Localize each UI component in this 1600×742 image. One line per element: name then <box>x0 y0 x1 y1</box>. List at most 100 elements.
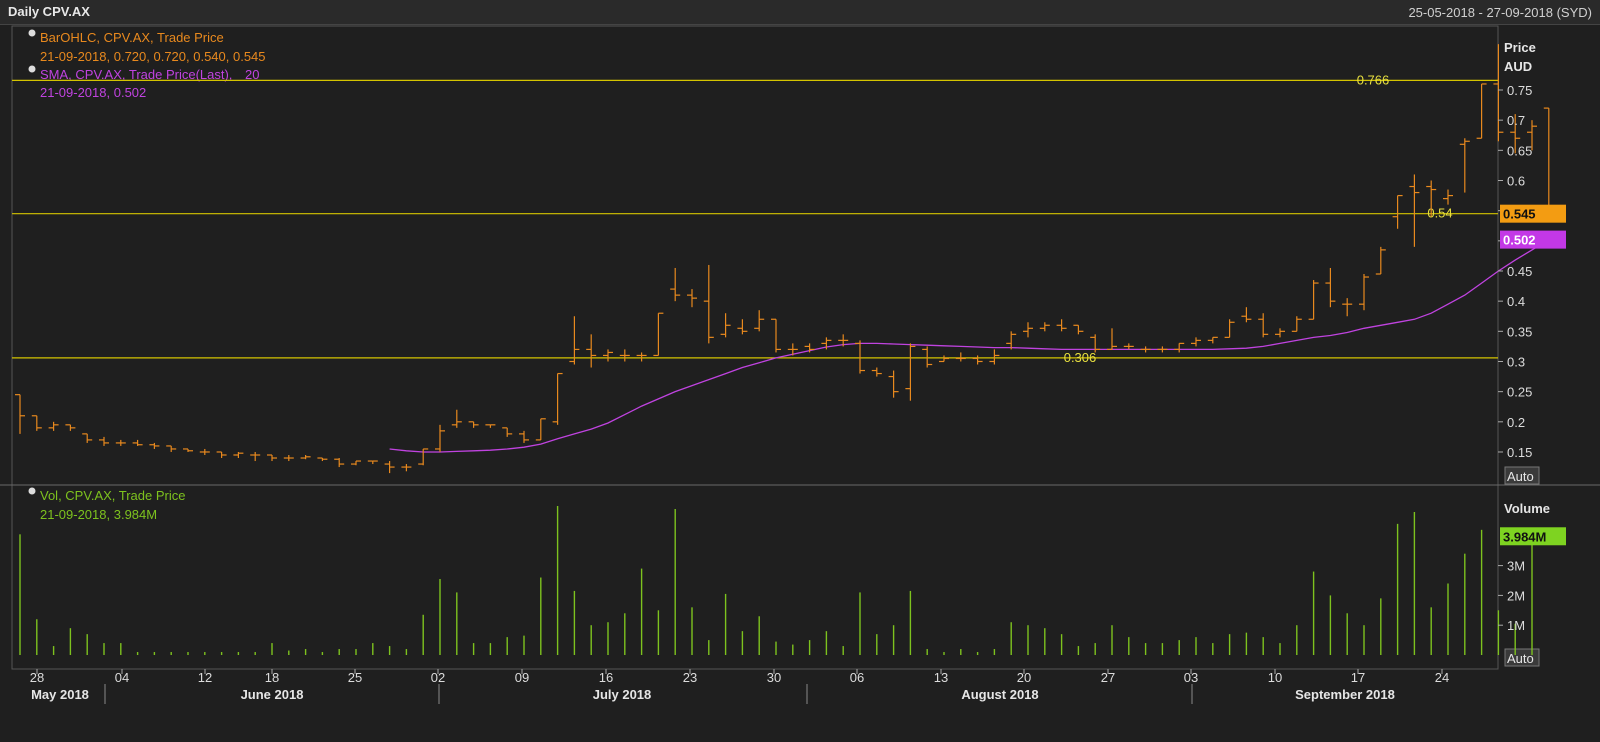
ohlc-bar[interactable] <box>82 433 93 443</box>
sma-legend-icon[interactable] <box>28 65 36 73</box>
ohlc-bar[interactable] <box>754 310 765 332</box>
day-tick-label: 13 <box>934 670 948 685</box>
ohlc-bar[interactable] <box>1476 83 1487 139</box>
ohlc-bar[interactable] <box>535 418 546 441</box>
ohlc-bar[interactable] <box>737 319 748 335</box>
ohlc-bar[interactable] <box>1308 280 1319 320</box>
ohlc-bar[interactable] <box>922 346 933 368</box>
ohlc-bar[interactable] <box>586 334 597 368</box>
ohlc-bar[interactable] <box>384 461 395 474</box>
ohlc-bar[interactable] <box>149 442 160 449</box>
day-tick-label: 25 <box>348 670 362 685</box>
ohlc-bar[interactable] <box>1359 274 1369 311</box>
ohlc-bar[interactable] <box>435 424 445 452</box>
ohlc-bar[interactable] <box>250 451 261 462</box>
ohlc-bar[interactable] <box>485 424 496 428</box>
day-tick-label: 10 <box>1268 670 1282 685</box>
ohlc-bar[interactable] <box>1140 346 1151 353</box>
ohlc-bar[interactable] <box>15 394 25 434</box>
ohlc-bar[interactable] <box>1174 342 1185 353</box>
ohlc-bar[interactable] <box>670 267 681 302</box>
ohlc-bar[interactable] <box>888 370 899 398</box>
ohlc-bar[interactable] <box>603 349 613 362</box>
price-tick-label: 0.3 <box>1507 354 1525 369</box>
ohlc-bar[interactable] <box>1459 138 1470 193</box>
ohlc-bar[interactable] <box>468 421 479 428</box>
ohlc-bar[interactable] <box>771 318 781 353</box>
ohlc-bar[interactable] <box>1342 298 1353 317</box>
sma-value-tag: 0.502 <box>1500 230 1566 249</box>
ohlc-bar[interactable] <box>334 458 345 468</box>
ohlc-bar[interactable] <box>619 349 630 362</box>
ohlc-bar[interactable] <box>1207 336 1218 344</box>
ohlc-bar[interactable] <box>552 372 563 425</box>
ohlc-bar[interactable] <box>905 343 916 401</box>
volume-axis-title: Volume <box>1504 501 1550 516</box>
ohlc-bar[interactable] <box>99 436 109 446</box>
ohlc-bar[interactable] <box>502 427 513 437</box>
price-auto-label: Auto <box>1507 469 1534 484</box>
ohlc-bar[interactable] <box>233 451 244 459</box>
ohlc-bar[interactable] <box>132 439 143 446</box>
ohlc-bar[interactable] <box>955 352 966 362</box>
ohlc-bar[interactable] <box>65 424 76 431</box>
ohlc-bar[interactable] <box>720 313 731 338</box>
ohlc-bar[interactable] <box>451 409 462 428</box>
ohlc-bar[interactable] <box>31 415 42 431</box>
ohlc-bar[interactable] <box>1409 174 1420 247</box>
ohlc-bar[interactable] <box>1073 324 1084 335</box>
ohlc-bar[interactable] <box>1056 319 1067 332</box>
ohlc-bar[interactable] <box>1039 322 1050 332</box>
ohlc-bar[interactable] <box>1375 246 1386 275</box>
ohlc-bar[interactable] <box>1023 322 1033 338</box>
ohlc-bar[interactable] <box>1275 328 1285 338</box>
ohlc-bar[interactable] <box>687 289 697 308</box>
ohlc-bar[interactable] <box>1123 343 1134 350</box>
volume-auto-button[interactable]: Auto <box>1504 648 1540 667</box>
vol-legend-icon[interactable] <box>28 487 36 495</box>
ohlc-bar[interactable] <box>115 439 126 446</box>
ohlc-bar[interactable] <box>1392 194 1403 229</box>
ohlc-bar[interactable] <box>1191 337 1201 347</box>
ohlc-bar[interactable] <box>972 355 983 365</box>
ohlc-bar[interactable] <box>300 454 311 460</box>
ohlc-bar[interactable] <box>871 367 882 377</box>
price-tick-label: 0.25 <box>1507 385 1532 400</box>
ohlc-bar[interactable] <box>519 430 529 443</box>
ohlc-bar[interactable] <box>1006 331 1017 350</box>
price-auto-button[interactable]: Auto <box>1504 466 1540 485</box>
ohlc-bar[interactable] <box>703 264 714 344</box>
day-tick-label: 18 <box>265 670 279 685</box>
ohlc-bar[interactable] <box>1291 316 1302 332</box>
sma-line[interactable] <box>389 239 1550 453</box>
ohlc-bar[interactable] <box>1258 313 1269 338</box>
ohlc-bar[interactable] <box>216 451 227 459</box>
ohlc-bar[interactable] <box>1443 189 1453 205</box>
ohlc-bar[interactable] <box>1325 267 1336 308</box>
ohlc-bar[interactable] <box>48 421 59 431</box>
ohlc-bar[interactable] <box>199 448 210 455</box>
ohlc-legend-icon[interactable] <box>28 29 36 37</box>
chart-canvas[interactable]: BarOHLC, CPV.AX, Trade Price 21-09-2018,… <box>0 24 1600 742</box>
ohlc-bar[interactable] <box>1543 107 1554 217</box>
ohlc-bar[interactable] <box>989 349 1000 365</box>
ohlc-bar[interactable] <box>367 460 378 465</box>
vol-legend-label: Vol, CPV.AX, Trade Price <box>40 488 185 503</box>
ohlc-bar[interactable] <box>183 448 193 452</box>
ohlc-bar[interactable] <box>1107 328 1117 351</box>
ohlc-bar[interactable] <box>317 457 328 462</box>
ohlc-bar[interactable] <box>1241 307 1252 323</box>
ohlc-bar[interactable] <box>855 340 865 374</box>
ohlc-bar[interactable] <box>351 460 361 466</box>
ohlc-bar[interactable] <box>1493 44 1504 142</box>
ohlc-bar[interactable] <box>653 312 664 357</box>
ohlc-bar[interactable] <box>569 316 580 365</box>
ohlc-bar[interactable] <box>267 454 277 462</box>
ohlc-bar[interactable] <box>1157 346 1168 353</box>
ohlc-bar[interactable] <box>939 355 949 363</box>
ohlc-bar[interactable] <box>166 445 177 452</box>
ohlc-bar[interactable] <box>401 464 412 472</box>
ohlc-bar[interactable] <box>1224 319 1235 338</box>
ohlc-bar[interactable] <box>636 352 647 362</box>
ohlc-bar[interactable] <box>283 454 294 462</box>
